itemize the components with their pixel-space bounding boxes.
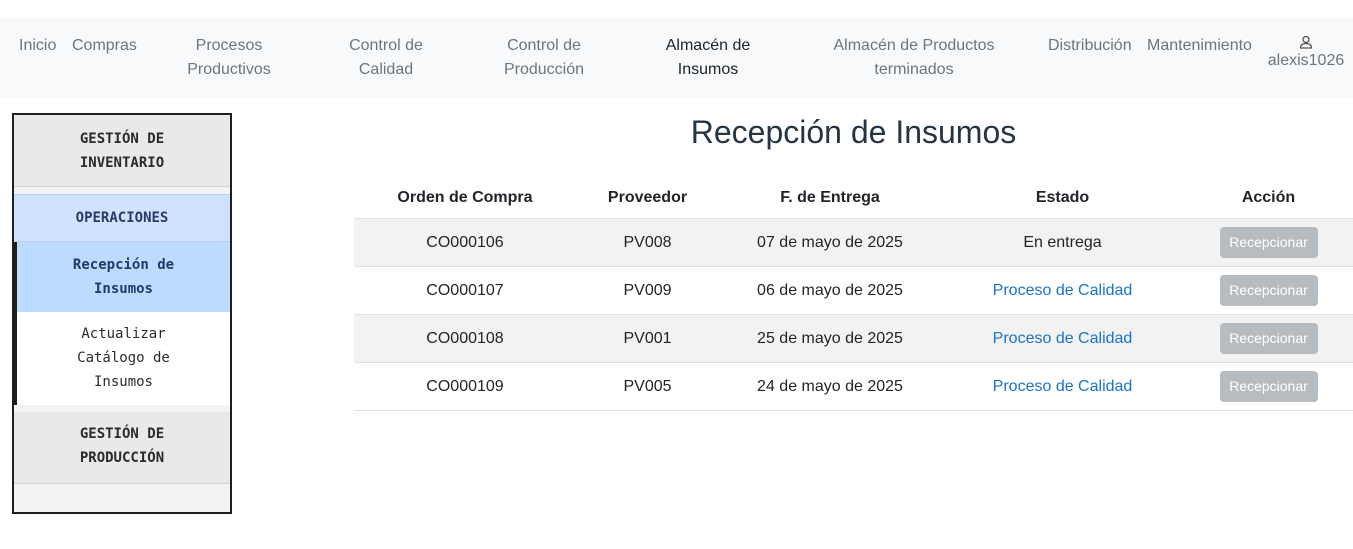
nav-label: Productivos <box>187 61 271 78</box>
nav-label: Distribución <box>1048 37 1132 54</box>
nav-label: Almacén de <box>665 37 751 54</box>
nav-item-mantenimiento[interactable]: Mantenimiento <box>1147 34 1252 58</box>
page-title: Recepción de Insumos <box>690 114 1017 150</box>
table-row: CO000108 PV001 25 de mayo de 2025 Proces… <box>354 314 1353 363</box>
user-icon <box>1299 35 1313 49</box>
status-link[interactable]: Proceso de Calidad <box>993 378 1133 395</box>
nav-item-control-calidad[interactable]: Control de Calidad <box>336 34 436 82</box>
date-cell: 07 de mayo de 2025 <box>719 218 941 267</box>
sidebar-section-operaciones[interactable]: OPERACIONES <box>14 194 230 242</box>
nav-label: Almacén de Productos <box>833 37 995 54</box>
order-cell: CO000108 <box>354 314 576 363</box>
sidebar-header-inventario: GESTIÓN DE INVENTARIO <box>14 115 230 187</box>
nav-item-control-produccion[interactable]: Control de Producción <box>494 34 594 82</box>
section-label: OPERACIONES <box>75 210 169 226</box>
column-header: Acción <box>1184 178 1353 219</box>
action-cell: Recepcionar <box>1184 314 1353 363</box>
sidebar-item-actualizar-catalogo[interactable]: Actualizar Catálogo de Insumos <box>14 312 230 405</box>
table-row: CO000109 PV005 24 de mayo de 2025 Proces… <box>354 362 1353 411</box>
order-cell: CO000109 <box>354 362 576 411</box>
recepcionar-button[interactable]: Recepcionar <box>1219 275 1318 306</box>
nav-label: Calidad <box>358 61 414 78</box>
nav-label: Inicio <box>19 37 57 54</box>
sidebar: GESTIÓN DE INVENTARIO OPERACIONES Recepc… <box>12 113 232 514</box>
status-link[interactable]: Proceso de Calidad <box>993 330 1133 347</box>
header-label: GESTIÓN DE <box>79 426 165 442</box>
nav-label: Control de <box>507 37 581 54</box>
table-header-row: Orden de Compra Proveedor F. de Entrega … <box>354 178 1353 219</box>
date-cell: 24 de mayo de 2025 <box>719 362 941 411</box>
date-cell: 25 de mayo de 2025 <box>719 314 941 363</box>
sidebar-item-label: Catálogo de <box>77 350 170 366</box>
nav-item-distribucion[interactable]: Distribución <box>1048 34 1132 58</box>
supplier-cell: PV005 <box>576 362 719 411</box>
header-label: INVENTARIO <box>79 155 165 171</box>
column-header: Estado <box>941 178 1184 219</box>
nav-item-compras[interactable]: Compras <box>72 34 137 58</box>
column-header: Orden de Compra <box>354 178 576 219</box>
nav-item-almacen-productos[interactable]: Almacén de Productos terminados <box>829 34 999 82</box>
header-label: GESTIÓN DE <box>79 131 165 147</box>
status-cell: Proceso de Calidad <box>941 362 1184 411</box>
user-menu[interactable]: alexis1026 <box>1264 35 1348 70</box>
date-cell: 06 de mayo de 2025 <box>719 266 941 315</box>
status-cell: En entrega <box>941 218 1184 267</box>
table-row: CO000106 PV008 07 de mayo de 2025 En ent… <box>354 218 1353 267</box>
action-cell: Recepcionar <box>1184 266 1353 315</box>
recepcionar-button[interactable]: Recepcionar <box>1219 227 1318 258</box>
sidebar-item-recepcion-insumos[interactable]: Recepción de Insumos <box>14 242 230 312</box>
action-cell: Recepcionar <box>1184 218 1353 267</box>
column-header: F. de Entrega <box>719 178 941 219</box>
nav-item-procesos-productivos[interactable]: Procesos Productivos <box>174 34 284 82</box>
nav-label: Procesos <box>195 37 263 54</box>
username: alexis1026 <box>1267 52 1345 69</box>
supplier-cell: PV001 <box>576 314 719 363</box>
header-label: PRODUCCIÓN <box>79 450 165 466</box>
nav-label: Mantenimiento <box>1147 37 1252 54</box>
action-cell: Recepcionar <box>1184 362 1353 411</box>
supplier-cell: PV009 <box>576 266 719 315</box>
sidebar-item-label: Actualizar <box>81 326 166 342</box>
top-navbar: Inicio Compras Procesos Productivos Cont… <box>0 17 1353 97</box>
status-cell: Proceso de Calidad <box>941 266 1184 315</box>
nav-item-inicio[interactable]: Inicio <box>19 34 56 58</box>
recepcionar-button[interactable]: Recepcionar <box>1219 371 1318 402</box>
status-link[interactable]: Proceso de Calidad <box>993 282 1133 299</box>
receptions-table: Orden de Compra Proveedor F. de Entrega … <box>354 178 1353 411</box>
sidebar-item-label: Recepción de <box>72 257 175 273</box>
sidebar-item-label: Insumos <box>93 374 153 390</box>
table-row: CO000107 PV009 06 de mayo de 2025 Proces… <box>354 266 1353 315</box>
nav-label: terminados <box>874 61 954 78</box>
nav-item-almacen-insumos[interactable]: Almacén de Insumos <box>656 34 760 82</box>
order-cell: CO000107 <box>354 266 576 315</box>
sidebar-header-produccion[interactable]: GESTIÓN DE PRODUCCIÓN <box>14 412 230 484</box>
supplier-cell: PV008 <box>576 218 719 267</box>
nav-label: Compras <box>72 37 137 54</box>
recepcionar-button[interactable]: Recepcionar <box>1219 323 1318 354</box>
order-cell: CO000106 <box>354 218 576 267</box>
status-cell: Proceso de Calidad <box>941 314 1184 363</box>
nav-label: Insumos <box>677 61 739 78</box>
nav-label: Producción <box>503 61 585 78</box>
sidebar-item-label: Insumos <box>93 281 153 297</box>
nav-label: Control de <box>349 37 423 54</box>
column-header: Proveedor <box>576 178 719 219</box>
